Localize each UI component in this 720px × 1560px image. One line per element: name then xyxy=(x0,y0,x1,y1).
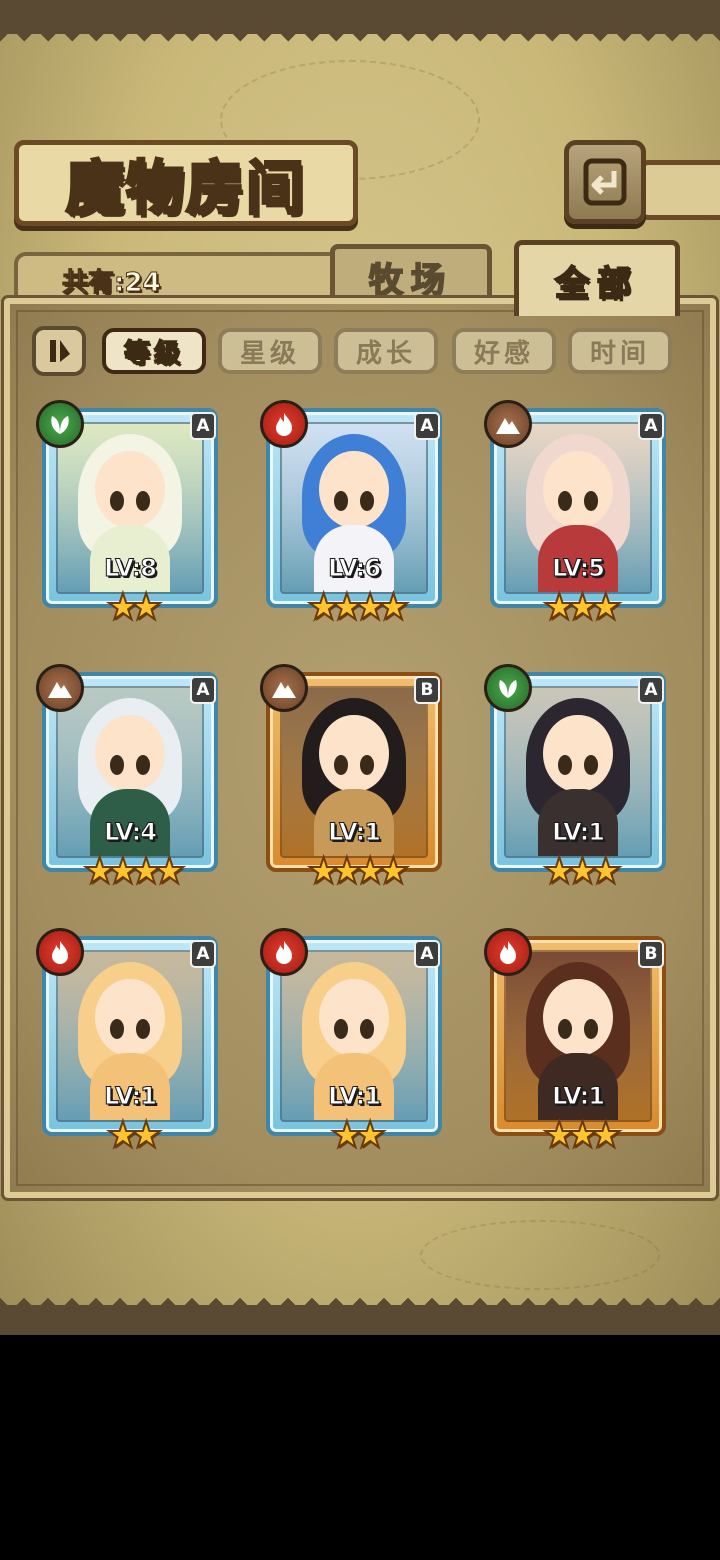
monster-card[interactable]: A LV:8 ★★ xyxy=(36,400,224,628)
element-badge xyxy=(484,928,532,976)
portrait-face xyxy=(95,978,165,1057)
tab-farm-label: 牧场 xyxy=(368,260,453,302)
monster-card[interactable]: A LV:5 ★★★ xyxy=(484,400,672,628)
portrait-face xyxy=(543,978,613,1057)
rank-badge: B xyxy=(638,940,664,968)
star-rating: ★★★ xyxy=(542,851,623,892)
rank-badge: A xyxy=(414,940,440,968)
back-button[interactable] xyxy=(564,140,646,224)
empty-black-area xyxy=(0,1335,720,1560)
page-title-plaque: 魔物房间 xyxy=(14,140,358,226)
monster-card[interactable]: A LV:1 ★★ xyxy=(36,928,224,1156)
fire-element-icon xyxy=(276,941,292,964)
star-rating: ★★★★ xyxy=(306,851,410,892)
monster-count-bar: 共有:24 xyxy=(14,252,354,302)
back-button-ledge xyxy=(640,160,720,220)
rank-badge: A xyxy=(638,412,664,440)
game-screen: 魔物房间 共有:24 牧场 全部 等级 星级 成长 好感 时间 A LV:8 ★… xyxy=(0,0,720,1335)
sort-by-level-label: 等级 xyxy=(123,338,184,370)
top-torn-border xyxy=(0,0,720,46)
monster-card[interactable]: A LV:4 ★★★★ xyxy=(36,664,224,892)
portrait-face xyxy=(319,978,389,1057)
earth-element-icon xyxy=(496,418,520,434)
star-rating: ★★★ xyxy=(542,587,623,628)
page-title: 魔物房间 xyxy=(64,153,306,224)
fire-element-icon xyxy=(52,941,68,964)
element-badge xyxy=(484,664,532,712)
rank-badge: A xyxy=(190,412,216,440)
sort-order-icon xyxy=(50,340,70,362)
element-badge xyxy=(260,928,308,976)
monster-level: LV:6 xyxy=(328,554,382,583)
monster-level: LV:4 xyxy=(104,818,158,847)
portrait-face xyxy=(543,714,613,793)
rank-badge: A xyxy=(638,676,664,704)
portrait-face xyxy=(95,450,165,529)
star-rating: ★★ xyxy=(106,1115,164,1156)
monster-level: LV:1 xyxy=(328,818,382,847)
earth-element-icon xyxy=(48,682,72,698)
monster-count: 共有:24 xyxy=(62,268,162,299)
element-badge xyxy=(260,664,308,712)
map-decoration xyxy=(420,1220,660,1290)
element-badge xyxy=(36,400,84,448)
star-rating: ★★ xyxy=(106,587,164,628)
sort-order-toggle[interactable] xyxy=(32,326,86,376)
portrait-face xyxy=(319,714,389,793)
sort-by-level-button[interactable]: 等级 xyxy=(102,328,206,374)
portrait-face xyxy=(543,450,613,529)
star-rating: ★★★ xyxy=(542,1115,623,1156)
monster-level: LV:1 xyxy=(104,1082,158,1111)
sort-by-time-button[interactable]: 时间 xyxy=(568,328,672,374)
element-badge xyxy=(36,928,84,976)
monster-card[interactable]: A LV:1 ★★★ xyxy=(484,664,672,892)
tab-farm[interactable]: 牧场 xyxy=(330,244,492,306)
monster-card[interactable]: A LV:1 ★★ xyxy=(260,928,448,1156)
monster-level: LV:5 xyxy=(552,554,606,583)
sort-by-growth-label: 成长 xyxy=(355,338,416,369)
monster-level: LV:1 xyxy=(552,818,606,847)
wood-element-icon xyxy=(51,416,69,434)
star-rating: ★★ xyxy=(330,1115,388,1156)
element-badge xyxy=(260,400,308,448)
monster-card[interactable]: B LV:1 ★★★★ xyxy=(260,664,448,892)
sort-by-affection-label: 好感 xyxy=(473,338,534,369)
monster-level: LV:1 xyxy=(552,1082,606,1111)
sort-bar: 等级 星级 成长 好感 时间 xyxy=(30,326,680,376)
rank-badge: A xyxy=(190,676,216,704)
sort-by-star-button[interactable]: 星级 xyxy=(218,328,322,374)
element-badge xyxy=(36,664,84,712)
rank-badge: B xyxy=(414,676,440,704)
rank-badge: A xyxy=(414,412,440,440)
sort-by-affection-button[interactable]: 好感 xyxy=(452,328,556,374)
tab-all-label: 全部 xyxy=(554,263,639,305)
monster-card[interactable]: B LV:1 ★★★ xyxy=(484,928,672,1156)
wood-element-icon xyxy=(499,680,517,698)
monster-level: LV:1 xyxy=(328,1082,382,1111)
star-rating: ★★★★ xyxy=(82,851,186,892)
rank-badge: A xyxy=(190,940,216,968)
back-arrow-icon xyxy=(583,158,627,206)
monster-level: LV:8 xyxy=(104,554,158,583)
portrait-face xyxy=(95,714,165,793)
monster-card[interactable]: A LV:6 ★★★★ xyxy=(260,400,448,628)
fire-element-icon xyxy=(500,941,516,964)
sort-by-time-label: 时间 xyxy=(589,338,650,369)
fire-element-icon xyxy=(276,413,292,436)
sort-by-growth-button[interactable]: 成长 xyxy=(334,328,438,374)
element-badge xyxy=(484,400,532,448)
portrait-face xyxy=(319,450,389,529)
tab-all[interactable]: 全部 xyxy=(514,240,680,316)
sort-by-star-label: 星级 xyxy=(239,338,300,369)
earth-element-icon xyxy=(272,682,296,698)
star-rating: ★★★★ xyxy=(306,587,410,628)
bottom-torn-border xyxy=(0,1293,720,1335)
